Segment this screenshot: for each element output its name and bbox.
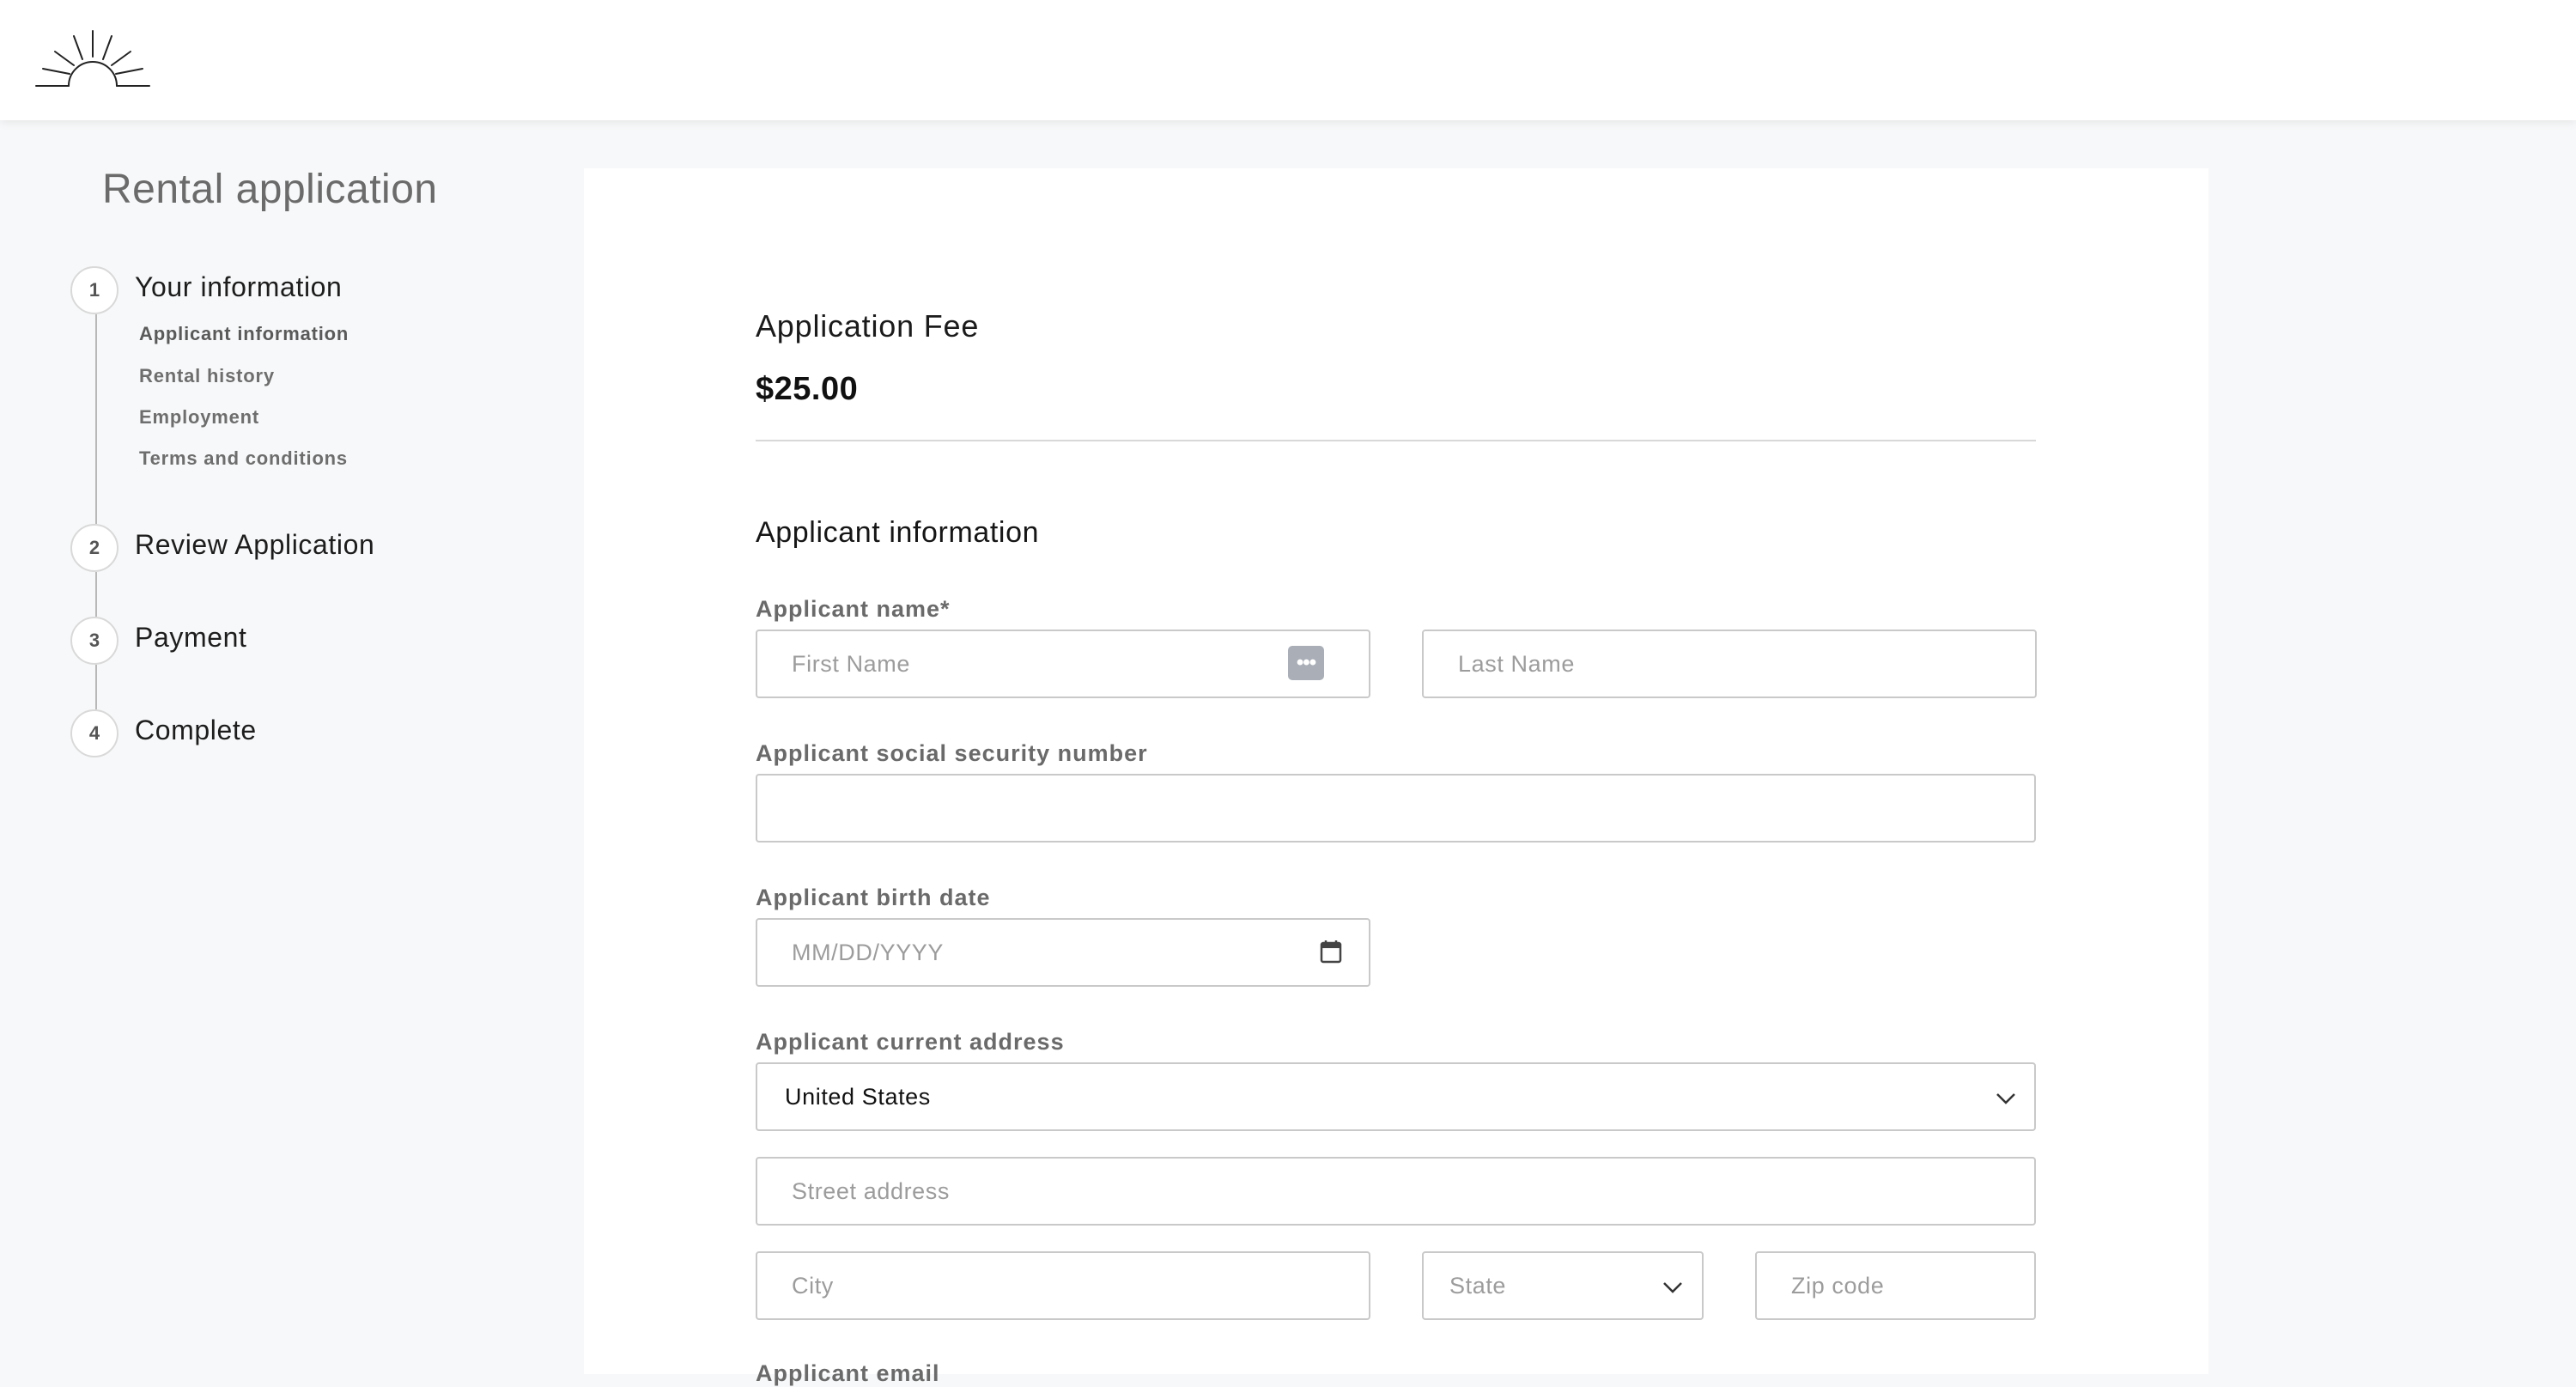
step-label-review-application[interactable]: Review Application	[135, 529, 374, 561]
state-select[interactable]: State	[1422, 1251, 1704, 1320]
zip-code-input[interactable]	[1755, 1251, 2036, 1320]
fee-title: Application Fee	[756, 308, 980, 344]
step-connector	[95, 665, 97, 709]
application-form-card: Application Fee $25.00 Applicant informa…	[584, 168, 2208, 1386]
birth-date-wrapper	[756, 918, 1370, 987]
step-label-your-information[interactable]: Your information	[135, 271, 342, 303]
substep-employment[interactable]: Employment	[139, 406, 259, 429]
step-number-2: 2	[70, 524, 118, 572]
birth-date-label: Applicant birth date	[756, 885, 991, 910]
step-label-complete[interactable]: Complete	[135, 715, 257, 746]
last-name-input[interactable]	[1422, 630, 2037, 698]
step-number-3: 3	[70, 617, 118, 665]
state-placeholder: State	[1449, 1272, 1507, 1299]
substep-applicant-information[interactable]: Applicant information	[139, 323, 349, 345]
current-address-label: Applicant current address	[756, 1029, 1065, 1055]
calendar-icon[interactable]	[1319, 939, 1343, 964]
applicant-name-label: Applicant name*	[756, 596, 951, 622]
password-manager-icon[interactable]: •••	[1288, 646, 1324, 680]
chevron-down-icon	[1663, 1282, 1682, 1293]
top-header	[0, 0, 2576, 120]
sunrise-logo-icon[interactable]	[34, 26, 151, 89]
divider	[756, 440, 2036, 441]
country-value: United States	[785, 1083, 931, 1110]
substep-rental-history[interactable]: Rental history	[139, 365, 275, 387]
step-label-payment[interactable]: Payment	[135, 622, 246, 654]
step-number-1: 1	[70, 266, 118, 314]
step-number-4: 4	[70, 709, 118, 757]
street-address-input[interactable]	[756, 1157, 2036, 1226]
birth-date-input[interactable]	[756, 918, 1370, 987]
country-select[interactable]: United States	[756, 1062, 2036, 1131]
chevron-down-icon	[1996, 1093, 2015, 1104]
application-stepper: Rental application 1 Your information Ap…	[0, 0, 515, 1374]
step-connector	[95, 314, 97, 524]
page-title: Rental application	[102, 167, 438, 212]
ssn-label: Applicant social security number	[756, 740, 1148, 766]
city-input[interactable]	[756, 1251, 1370, 1320]
ssn-input[interactable]	[756, 774, 2036, 843]
section-title: Applicant information	[756, 516, 1040, 549]
step-connector	[95, 572, 97, 617]
first-name-wrapper: •••	[756, 630, 1370, 698]
first-name-input[interactable]	[756, 630, 1370, 698]
substep-terms-and-conditions[interactable]: Terms and conditions	[139, 447, 348, 470]
fee-amount: $25.00	[756, 371, 859, 407]
